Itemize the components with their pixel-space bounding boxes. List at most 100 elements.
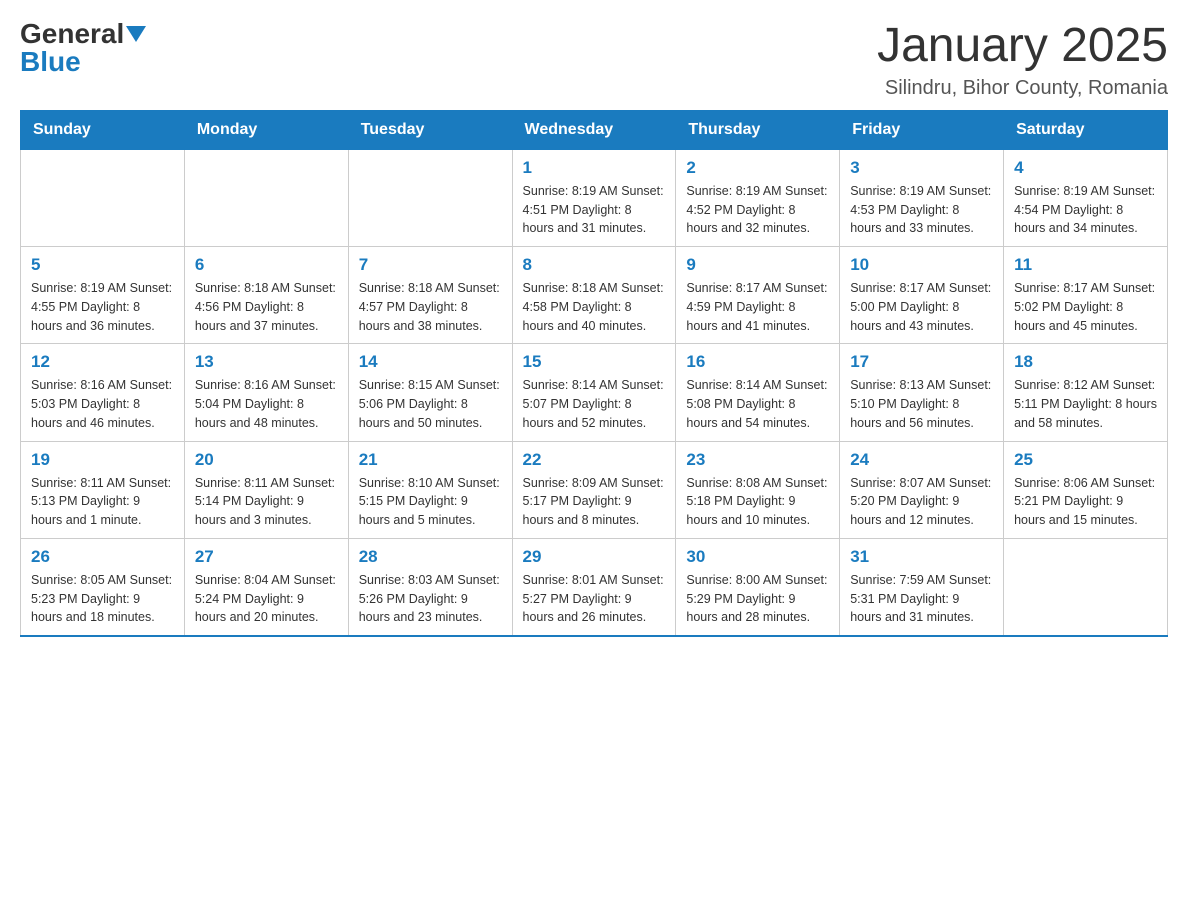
table-row: 16 Sunrise: 8:14 AM Sunset: 5:08 PM Dayli… [676,344,840,441]
day-info: Sunrise: 8:14 AM Sunset: 5:07 PM Dayligh… [523,376,666,432]
day-number: 31 [850,547,993,567]
logo-general: General [20,20,124,48]
day-info: Sunrise: 8:18 AM Sunset: 4:56 PM Dayligh… [195,279,338,335]
table-row: 13 Sunrise: 8:16 AM Sunset: 5:04 PM Dayli… [184,344,348,441]
table-row: 9Sunrise: 8:17 AM Sunset: 4:59 PM Daylig… [676,247,840,344]
header-friday: Friday [840,110,1004,149]
location-subtitle: Silindru, Bihor County, Romania [877,77,1168,100]
day-info: Sunrise: 8:19 AM Sunset: 4:55 PM Dayligh… [31,279,174,335]
table-row: 10Sunrise: 8:17 AM Sunset: 5:00 PM Dayli… [840,247,1004,344]
day-info: Sunrise: 8:16 AM Sunset: 5:04 PM Dayligh… [195,376,338,432]
day-info: Sunrise: 8:19 AM Sunset: 4:54 PM Dayligh… [1014,182,1157,238]
day-number: 4 [1014,158,1157,178]
logo-blue: Blue [20,48,81,76]
calendar-row: 1 Sunrise: 8:19 AM Sunset: 4:51 PM Daylig… [21,149,1168,246]
table-row [21,149,185,246]
day-number: 5 [31,255,174,275]
day-info: Sunrise: 8:07 AM Sunset: 5:20 PM Dayligh… [850,474,993,530]
table-row: 21 Sunrise: 8:10 AM Sunset: 5:15 PM Dayli… [348,441,512,538]
header-monday: Monday [184,110,348,149]
calendar-header: Sunday Monday Tuesday Wednesday Thursday… [21,110,1168,149]
day-info: Sunrise: 8:16 AM Sunset: 5:03 PM Dayligh… [31,376,174,432]
logo: General Blue [20,20,146,76]
calendar-row: 19Sunrise: 8:11 AM Sunset: 5:13 PM Dayli… [21,441,1168,538]
day-info: Sunrise: 8:18 AM Sunset: 4:58 PM Dayligh… [523,279,666,335]
day-number: 3 [850,158,993,178]
table-row: 6 Sunrise: 8:18 AM Sunset: 4:56 PM Daylig… [184,247,348,344]
day-number: 17 [850,352,993,372]
table-row: 15 Sunrise: 8:14 AM Sunset: 5:07 PM Dayli… [512,344,676,441]
day-info: Sunrise: 8:15 AM Sunset: 5:06 PM Dayligh… [359,376,502,432]
day-info: Sunrise: 8:19 AM Sunset: 4:51 PM Dayligh… [523,182,666,238]
header-thursday: Thursday [676,110,840,149]
table-row: 26 Sunrise: 8:05 AM Sunset: 5:23 PM Dayli… [21,538,185,636]
day-number: 13 [195,352,338,372]
table-row: 28 Sunrise: 8:03 AM Sunset: 5:26 PM Dayli… [348,538,512,636]
logo-triangle-icon [126,26,146,42]
table-row [348,149,512,246]
table-row: 19Sunrise: 8:11 AM Sunset: 5:13 PM Dayli… [21,441,185,538]
day-info: Sunrise: 8:10 AM Sunset: 5:15 PM Dayligh… [359,474,502,530]
day-info: Sunrise: 8:00 AM Sunset: 5:29 PM Dayligh… [686,571,829,627]
day-number: 23 [686,450,829,470]
table-row: 3 Sunrise: 8:19 AM Sunset: 4:53 PM Daylig… [840,149,1004,246]
day-number: 6 [195,255,338,275]
day-number: 29 [523,547,666,567]
table-row: 31 Sunrise: 7:59 AM Sunset: 5:31 PM Dayli… [840,538,1004,636]
table-row: 14 Sunrise: 8:15 AM Sunset: 5:06 PM Dayli… [348,344,512,441]
table-row: 2 Sunrise: 8:19 AM Sunset: 4:52 PM Daylig… [676,149,840,246]
day-number: 20 [195,450,338,470]
day-info: Sunrise: 7:59 AM Sunset: 5:31 PM Dayligh… [850,571,993,627]
header-wednesday: Wednesday [512,110,676,149]
day-number: 1 [523,158,666,178]
table-row: 27Sunrise: 8:04 AM Sunset: 5:24 PM Dayli… [184,538,348,636]
day-info: Sunrise: 8:12 AM Sunset: 5:11 PM Dayligh… [1014,376,1157,432]
table-row: 5 Sunrise: 8:19 AM Sunset: 4:55 PM Daylig… [21,247,185,344]
day-number: 14 [359,352,502,372]
day-number: 2 [686,158,829,178]
table-row: 11Sunrise: 8:17 AM Sunset: 5:02 PM Dayli… [1004,247,1168,344]
day-number: 25 [1014,450,1157,470]
day-info: Sunrise: 8:05 AM Sunset: 5:23 PM Dayligh… [31,571,174,627]
day-info: Sunrise: 8:01 AM Sunset: 5:27 PM Dayligh… [523,571,666,627]
day-info: Sunrise: 8:19 AM Sunset: 4:52 PM Dayligh… [686,182,829,238]
page-header: General Blue January 2025 Silindru, Biho… [20,20,1168,100]
day-info: Sunrise: 8:13 AM Sunset: 5:10 PM Dayligh… [850,376,993,432]
day-info: Sunrise: 8:11 AM Sunset: 5:14 PM Dayligh… [195,474,338,530]
day-number: 19 [31,450,174,470]
day-info: Sunrise: 8:08 AM Sunset: 5:18 PM Dayligh… [686,474,829,530]
day-number: 26 [31,547,174,567]
header-sunday: Sunday [21,110,185,149]
day-info: Sunrise: 8:04 AM Sunset: 5:24 PM Dayligh… [195,571,338,627]
day-info: Sunrise: 8:17 AM Sunset: 5:00 PM Dayligh… [850,279,993,335]
day-number: 21 [359,450,502,470]
title-section: January 2025 Silindru, Bihor County, Rom… [877,20,1168,100]
table-row: 12 Sunrise: 8:16 AM Sunset: 5:03 PM Dayli… [21,344,185,441]
month-title: January 2025 [877,20,1168,73]
table-row [1004,538,1168,636]
day-info: Sunrise: 8:19 AM Sunset: 4:53 PM Dayligh… [850,182,993,238]
table-row: 30Sunrise: 8:00 AM Sunset: 5:29 PM Dayli… [676,538,840,636]
day-number: 12 [31,352,174,372]
day-number: 16 [686,352,829,372]
day-info: Sunrise: 8:14 AM Sunset: 5:08 PM Dayligh… [686,376,829,432]
day-info: Sunrise: 8:03 AM Sunset: 5:26 PM Dayligh… [359,571,502,627]
day-info: Sunrise: 8:06 AM Sunset: 5:21 PM Dayligh… [1014,474,1157,530]
table-row: 29 Sunrise: 8:01 AM Sunset: 5:27 PM Dayli… [512,538,676,636]
day-info: Sunrise: 8:09 AM Sunset: 5:17 PM Dayligh… [523,474,666,530]
day-number: 28 [359,547,502,567]
header-row: Sunday Monday Tuesday Wednesday Thursday… [21,110,1168,149]
day-number: 8 [523,255,666,275]
calendar-row: 12 Sunrise: 8:16 AM Sunset: 5:03 PM Dayli… [21,344,1168,441]
table-row: 18Sunrise: 8:12 AM Sunset: 5:11 PM Dayli… [1004,344,1168,441]
day-number: 22 [523,450,666,470]
day-number: 24 [850,450,993,470]
calendar-row: 26 Sunrise: 8:05 AM Sunset: 5:23 PM Dayli… [21,538,1168,636]
day-number: 11 [1014,255,1157,275]
table-row: 7Sunrise: 8:18 AM Sunset: 4:57 PM Daylig… [348,247,512,344]
day-number: 15 [523,352,666,372]
day-info: Sunrise: 8:17 AM Sunset: 4:59 PM Dayligh… [686,279,829,335]
calendar-body: 1 Sunrise: 8:19 AM Sunset: 4:51 PM Daylig… [21,149,1168,636]
table-row: 24 Sunrise: 8:07 AM Sunset: 5:20 PM Dayli… [840,441,1004,538]
header-tuesday: Tuesday [348,110,512,149]
